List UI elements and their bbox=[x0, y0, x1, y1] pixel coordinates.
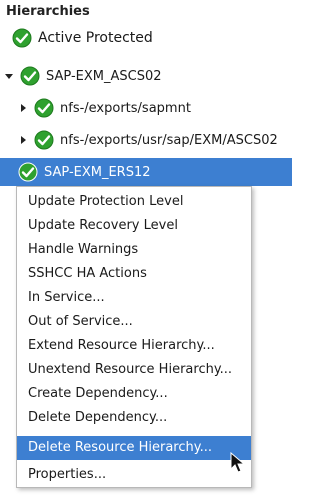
menu-item-handle-warnings[interactable]: Handle Warnings bbox=[17, 238, 251, 262]
menu-item-update-recovery-level[interactable]: Update Recovery Level bbox=[17, 214, 251, 238]
context-menu: Update Protection Level Update Recovery … bbox=[16, 186, 252, 488]
green-check-icon bbox=[34, 98, 54, 118]
menu-item-delete-resource-hierarchy[interactable]: Delete Resource Hierarchy... bbox=[17, 436, 251, 460]
tree-node-child[interactable]: nfs-/exports/sapmnt bbox=[18, 95, 191, 121]
tree-node-root[interactable]: SAP-EXM_ASCS02 bbox=[4, 63, 161, 89]
tree-node-selected-content: SAP-EXM_ERS12 bbox=[18, 159, 151, 185]
triangle-right-icon[interactable] bbox=[18, 135, 28, 145]
menu-item-in-service[interactable]: In Service... bbox=[17, 286, 251, 310]
tree-node-label: SAP-EXM_ASCS02 bbox=[46, 68, 162, 84]
status-row: Active Protected bbox=[12, 28, 153, 48]
tree-node-label: nfs-/exports/usr/sap/EXM/ASCS02 bbox=[60, 132, 278, 148]
menu-item-out-of-service[interactable]: Out of Service... bbox=[17, 310, 251, 334]
menu-item-update-protection-level[interactable]: Update Protection Level bbox=[17, 190, 251, 214]
triangle-right-icon[interactable] bbox=[18, 103, 28, 113]
menu-item-extend-resource-hierarchy[interactable]: Extend Resource Hierarchy... bbox=[17, 334, 251, 358]
panel-title: Hierarchies bbox=[6, 4, 90, 19]
status-label: Active Protected bbox=[38, 30, 153, 46]
menu-item-properties[interactable]: Properties... bbox=[17, 463, 251, 487]
green-check-icon bbox=[12, 28, 32, 48]
green-check-icon bbox=[34, 130, 54, 150]
mouse-pointer-icon bbox=[230, 451, 246, 474]
menu-item-create-dependency[interactable]: Create Dependency... bbox=[17, 382, 251, 406]
triangle-down-icon[interactable] bbox=[4, 71, 14, 81]
tree-node-label: nfs-/exports/sapmnt bbox=[60, 100, 191, 116]
menu-item-unextend-resource-hierarchy[interactable]: Unextend Resource Hierarchy... bbox=[17, 358, 251, 382]
tree-node-label: SAP-EXM_ERS12 bbox=[44, 164, 151, 180]
menu-item-delete-dependency[interactable]: Delete Dependency... bbox=[17, 406, 251, 430]
green-check-icon bbox=[18, 162, 38, 182]
menu-item-sshcc-ha-actions[interactable]: SSHCC HA Actions bbox=[17, 262, 251, 286]
green-check-icon bbox=[20, 66, 40, 86]
tree-node-selected[interactable]: SAP-EXM_ERS12 bbox=[0, 158, 292, 186]
tree-node-child[interactable]: nfs-/exports/usr/sap/EXM/ASCS02 bbox=[18, 127, 278, 153]
